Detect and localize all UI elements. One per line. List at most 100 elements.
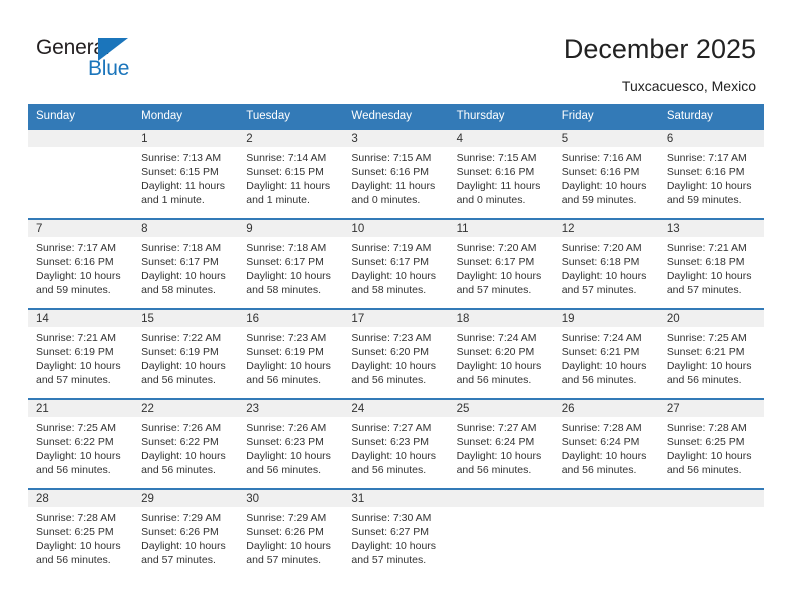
calendar-day-cell[interactable]: 10 Sunrise: 7:19 AM Sunset: 6:17 PM Dayligh… <box>343 218 449 309</box>
day-sunset-text: Sunset: 6:17 PM <box>141 256 219 268</box>
day-daylight-1-text: Daylight: 10 hours <box>666 180 752 192</box>
day-number: 29 <box>133 490 239 507</box>
day-daylight-1-text: Daylight: 10 hours <box>246 360 331 372</box>
day-daylight-2-text: and 56 minutes. <box>36 554 111 566</box>
calendar-day-cell[interactable]: 23 Sunrise: 7:26 AM Sunset: 6:23 PM Dayligh… <box>238 398 344 489</box>
day-sunset-text: Sunset: 6:26 PM <box>246 526 324 538</box>
day-daylight-1-text: Daylight: 11 hours <box>246 180 331 192</box>
day-sun-info: Sunrise: 7:30 AM Sunset: 6:27 PM Daylight:… <box>343 507 448 567</box>
day-daylight-1-text: Daylight: 10 hours <box>246 270 331 282</box>
calendar-day-cell[interactable]: 7 Sunrise: 7:17 AM Sunset: 6:16 PM Daylight… <box>28 218 134 309</box>
day-number <box>658 490 764 507</box>
day-sun-info: Sunrise: 7:29 AM Sunset: 6:26 PM Daylight:… <box>238 507 343 567</box>
day-number: 26 <box>553 400 659 417</box>
day-daylight-2-text: and 1 minute. <box>141 194 205 206</box>
calendar-day-cell[interactable]: 12 Sunrise: 7:20 AM Sunset: 6:18 PM Dayligh… <box>553 218 659 309</box>
calendar-day-cell[interactable]: 27 Sunrise: 7:28 AM Sunset: 6:25 PM Dayligh… <box>658 398 764 489</box>
calendar-day-cell[interactable]: 20 Sunrise: 7:25 AM Sunset: 6:21 PM Dayligh… <box>658 308 764 399</box>
day-daylight-1-text: Daylight: 10 hours <box>561 180 647 192</box>
day-number: 19 <box>553 310 659 327</box>
day-number: 13 <box>658 220 764 237</box>
day-daylight-2-text: and 57 minutes. <box>246 554 321 566</box>
day-daylight-1-text: Daylight: 10 hours <box>351 450 437 462</box>
day-sunrise-text: Sunrise: 7:23 AM <box>246 332 327 344</box>
day-sunrise-text: Sunrise: 7:28 AM <box>36 512 116 524</box>
day-daylight-2-text: and 57 minutes. <box>36 374 111 386</box>
day-daylight-2-text: and 57 minutes. <box>141 554 216 566</box>
day-sun-info: Sunrise: 7:23 AM Sunset: 6:20 PM Daylight:… <box>343 327 448 387</box>
day-sunrise-text: Sunrise: 7:18 AM <box>246 242 327 254</box>
calendar-day-cell[interactable]: 15 Sunrise: 7:22 AM Sunset: 6:19 PM Dayligh… <box>133 308 239 399</box>
calendar-day-cell[interactable]: 5 Sunrise: 7:16 AM Sunset: 6:16 PM Daylight… <box>553 128 659 219</box>
day-number: 6 <box>658 130 764 147</box>
calendar-day-cell[interactable]: 8 Sunrise: 7:18 AM Sunset: 6:17 PM Daylight… <box>133 218 239 309</box>
day-daylight-1-text: Daylight: 10 hours <box>351 360 437 372</box>
day-number: 16 <box>238 310 344 327</box>
calendar-container: Sunday Monday Tuesday Wednesday Thursday Frid… <box>28 104 764 579</box>
weekday-header-monday: Monday <box>133 104 239 129</box>
calendar-day-cell[interactable]: 13 Sunrise: 7:21 AM Sunset: 6:18 PM Dayligh… <box>658 218 764 309</box>
day-daylight-2-text: and 0 minutes. <box>351 194 421 206</box>
day-sun-info: Sunrise: 7:16 AM Sunset: 6:16 PM Daylight:… <box>554 147 659 207</box>
day-daylight-2-text: and 58 minutes. <box>351 284 427 296</box>
day-number: 22 <box>133 400 239 417</box>
day-sun-info: Sunrise: 7:28 AM Sunset: 6:25 PM Daylight:… <box>659 417 764 477</box>
calendar-day-cell[interactable]: 25 Sunrise: 7:27 AM Sunset: 6:24 PM Dayligh… <box>448 398 554 489</box>
day-sunrise-text: Sunrise: 7:21 AM <box>666 242 747 254</box>
day-sunset-text: Sunset: 6:25 PM <box>36 526 114 538</box>
day-number: 18 <box>448 310 554 327</box>
general-blue-logo[interactable]: General Blue <box>36 36 166 86</box>
calendar-week-row: 7 Sunrise: 7:17 AM Sunset: 6:16 PM Daylight… <box>28 218 764 309</box>
day-daylight-1-text: Daylight: 10 hours <box>36 540 121 552</box>
day-daylight-2-text: and 59 minutes. <box>36 284 111 296</box>
day-sunrise-text: Sunrise: 7:14 AM <box>246 152 327 164</box>
calendar-day-cell[interactable]: 30 Sunrise: 7:29 AM Sunset: 6:26 PM Dayligh… <box>238 488 344 579</box>
calendar-day-cell[interactable]: 28 Sunrise: 7:28 AM Sunset: 6:25 PM Dayligh… <box>28 488 134 579</box>
calendar-day-cell[interactable]: 22 Sunrise: 7:26 AM Sunset: 6:22 PM Dayligh… <box>133 398 239 489</box>
calendar-day-cell[interactable]: 24 Sunrise: 7:27 AM Sunset: 6:23 PM Dayligh… <box>343 398 449 489</box>
calendar-day-cell[interactable]: 21 Sunrise: 7:25 AM Sunset: 6:22 PM Dayligh… <box>28 398 134 489</box>
day-sun-info: Sunrise: 7:15 AM Sunset: 6:16 PM Daylight:… <box>449 147 554 207</box>
day-sunrise-text: Sunrise: 7:18 AM <box>141 242 222 254</box>
calendar-day-cell[interactable]: 16 Sunrise: 7:23 AM Sunset: 6:19 PM Dayligh… <box>238 308 344 399</box>
day-daylight-1-text: Daylight: 10 hours <box>141 450 226 462</box>
day-number: 20 <box>658 310 764 327</box>
weekday-header-sunday: Sunday <box>28 104 134 129</box>
day-sunset-text: Sunset: 6:19 PM <box>246 346 324 358</box>
calendar-body: 1 Sunrise: 7:13 AM Sunset: 6:15 PM Daylight… <box>28 128 764 579</box>
day-sunrise-text: Sunrise: 7:26 AM <box>141 422 222 434</box>
calendar-day-cell[interactable]: 29 Sunrise: 7:29 AM Sunset: 6:26 PM Dayligh… <box>133 488 239 579</box>
day-daylight-2-text: and 56 minutes. <box>141 374 216 386</box>
calendar-day-cell[interactable]: 11 Sunrise: 7:20 AM Sunset: 6:17 PM Dayligh… <box>448 218 554 309</box>
day-sun-info: Sunrise: 7:25 AM Sunset: 6:21 PM Daylight:… <box>659 327 764 387</box>
day-sunset-text: Sunset: 6:16 PM <box>666 166 745 178</box>
day-sun-info: Sunrise: 7:14 AM Sunset: 6:15 PM Daylight:… <box>238 147 343 207</box>
calendar-day-cell[interactable]: 19 Sunrise: 7:24 AM Sunset: 6:21 PM Dayligh… <box>553 308 659 399</box>
calendar-day-cell[interactable]: 18 Sunrise: 7:24 AM Sunset: 6:20 PM Dayligh… <box>448 308 554 399</box>
day-daylight-1-text: Daylight: 10 hours <box>351 270 437 282</box>
calendar-day-cell[interactable]: 1 Sunrise: 7:13 AM Sunset: 6:15 PM Daylight… <box>133 128 239 219</box>
day-sun-info: Sunrise: 7:18 AM Sunset: 6:17 PM Daylight:… <box>133 237 238 297</box>
day-sunset-text: Sunset: 6:25 PM <box>666 436 745 448</box>
day-daylight-2-text: and 59 minutes. <box>561 194 637 206</box>
day-number: 17 <box>343 310 449 327</box>
day-sunrise-text: Sunrise: 7:20 AM <box>561 242 642 254</box>
day-sunset-text: Sunset: 6:26 PM <box>141 526 219 538</box>
day-sun-info: Sunrise: 7:27 AM Sunset: 6:24 PM Daylight:… <box>449 417 554 477</box>
calendar-day-cell[interactable]: 17 Sunrise: 7:23 AM Sunset: 6:20 PM Dayligh… <box>343 308 449 399</box>
calendar-day-cell[interactable]: 31 Sunrise: 7:30 AM Sunset: 6:27 PM Dayligh… <box>343 488 449 579</box>
calendar-day-cell[interactable]: 14 Sunrise: 7:21 AM Sunset: 6:19 PM Dayligh… <box>28 308 134 399</box>
calendar-day-cell[interactable]: 6 Sunrise: 7:17 AM Sunset: 6:16 PM Daylight… <box>658 128 764 219</box>
calendar-day-cell[interactable]: 3 Sunrise: 7:15 AM Sunset: 6:16 PM Daylight… <box>343 128 449 219</box>
calendar-day-cell[interactable]: 9 Sunrise: 7:18 AM Sunset: 6:17 PM Daylight… <box>238 218 344 309</box>
day-daylight-2-text: and 56 minutes. <box>666 464 742 476</box>
day-daylight-1-text: Daylight: 10 hours <box>246 540 331 552</box>
calendar-day-cell[interactable]: 2 Sunrise: 7:14 AM Sunset: 6:15 PM Daylight… <box>238 128 344 219</box>
day-daylight-1-text: Daylight: 10 hours <box>666 450 752 462</box>
day-number: 30 <box>238 490 344 507</box>
calendar-day-cell[interactable]: 4 Sunrise: 7:15 AM Sunset: 6:16 PM Daylight… <box>448 128 554 219</box>
day-daylight-1-text: Daylight: 10 hours <box>141 360 226 372</box>
day-sunrise-text: Sunrise: 7:24 AM <box>456 332 537 344</box>
calendar-table: Sunday Monday Tuesday Wednesday Thursday Frid… <box>28 104 764 579</box>
calendar-day-cell[interactable]: 26 Sunrise: 7:28 AM Sunset: 6:24 PM Dayligh… <box>553 398 659 489</box>
